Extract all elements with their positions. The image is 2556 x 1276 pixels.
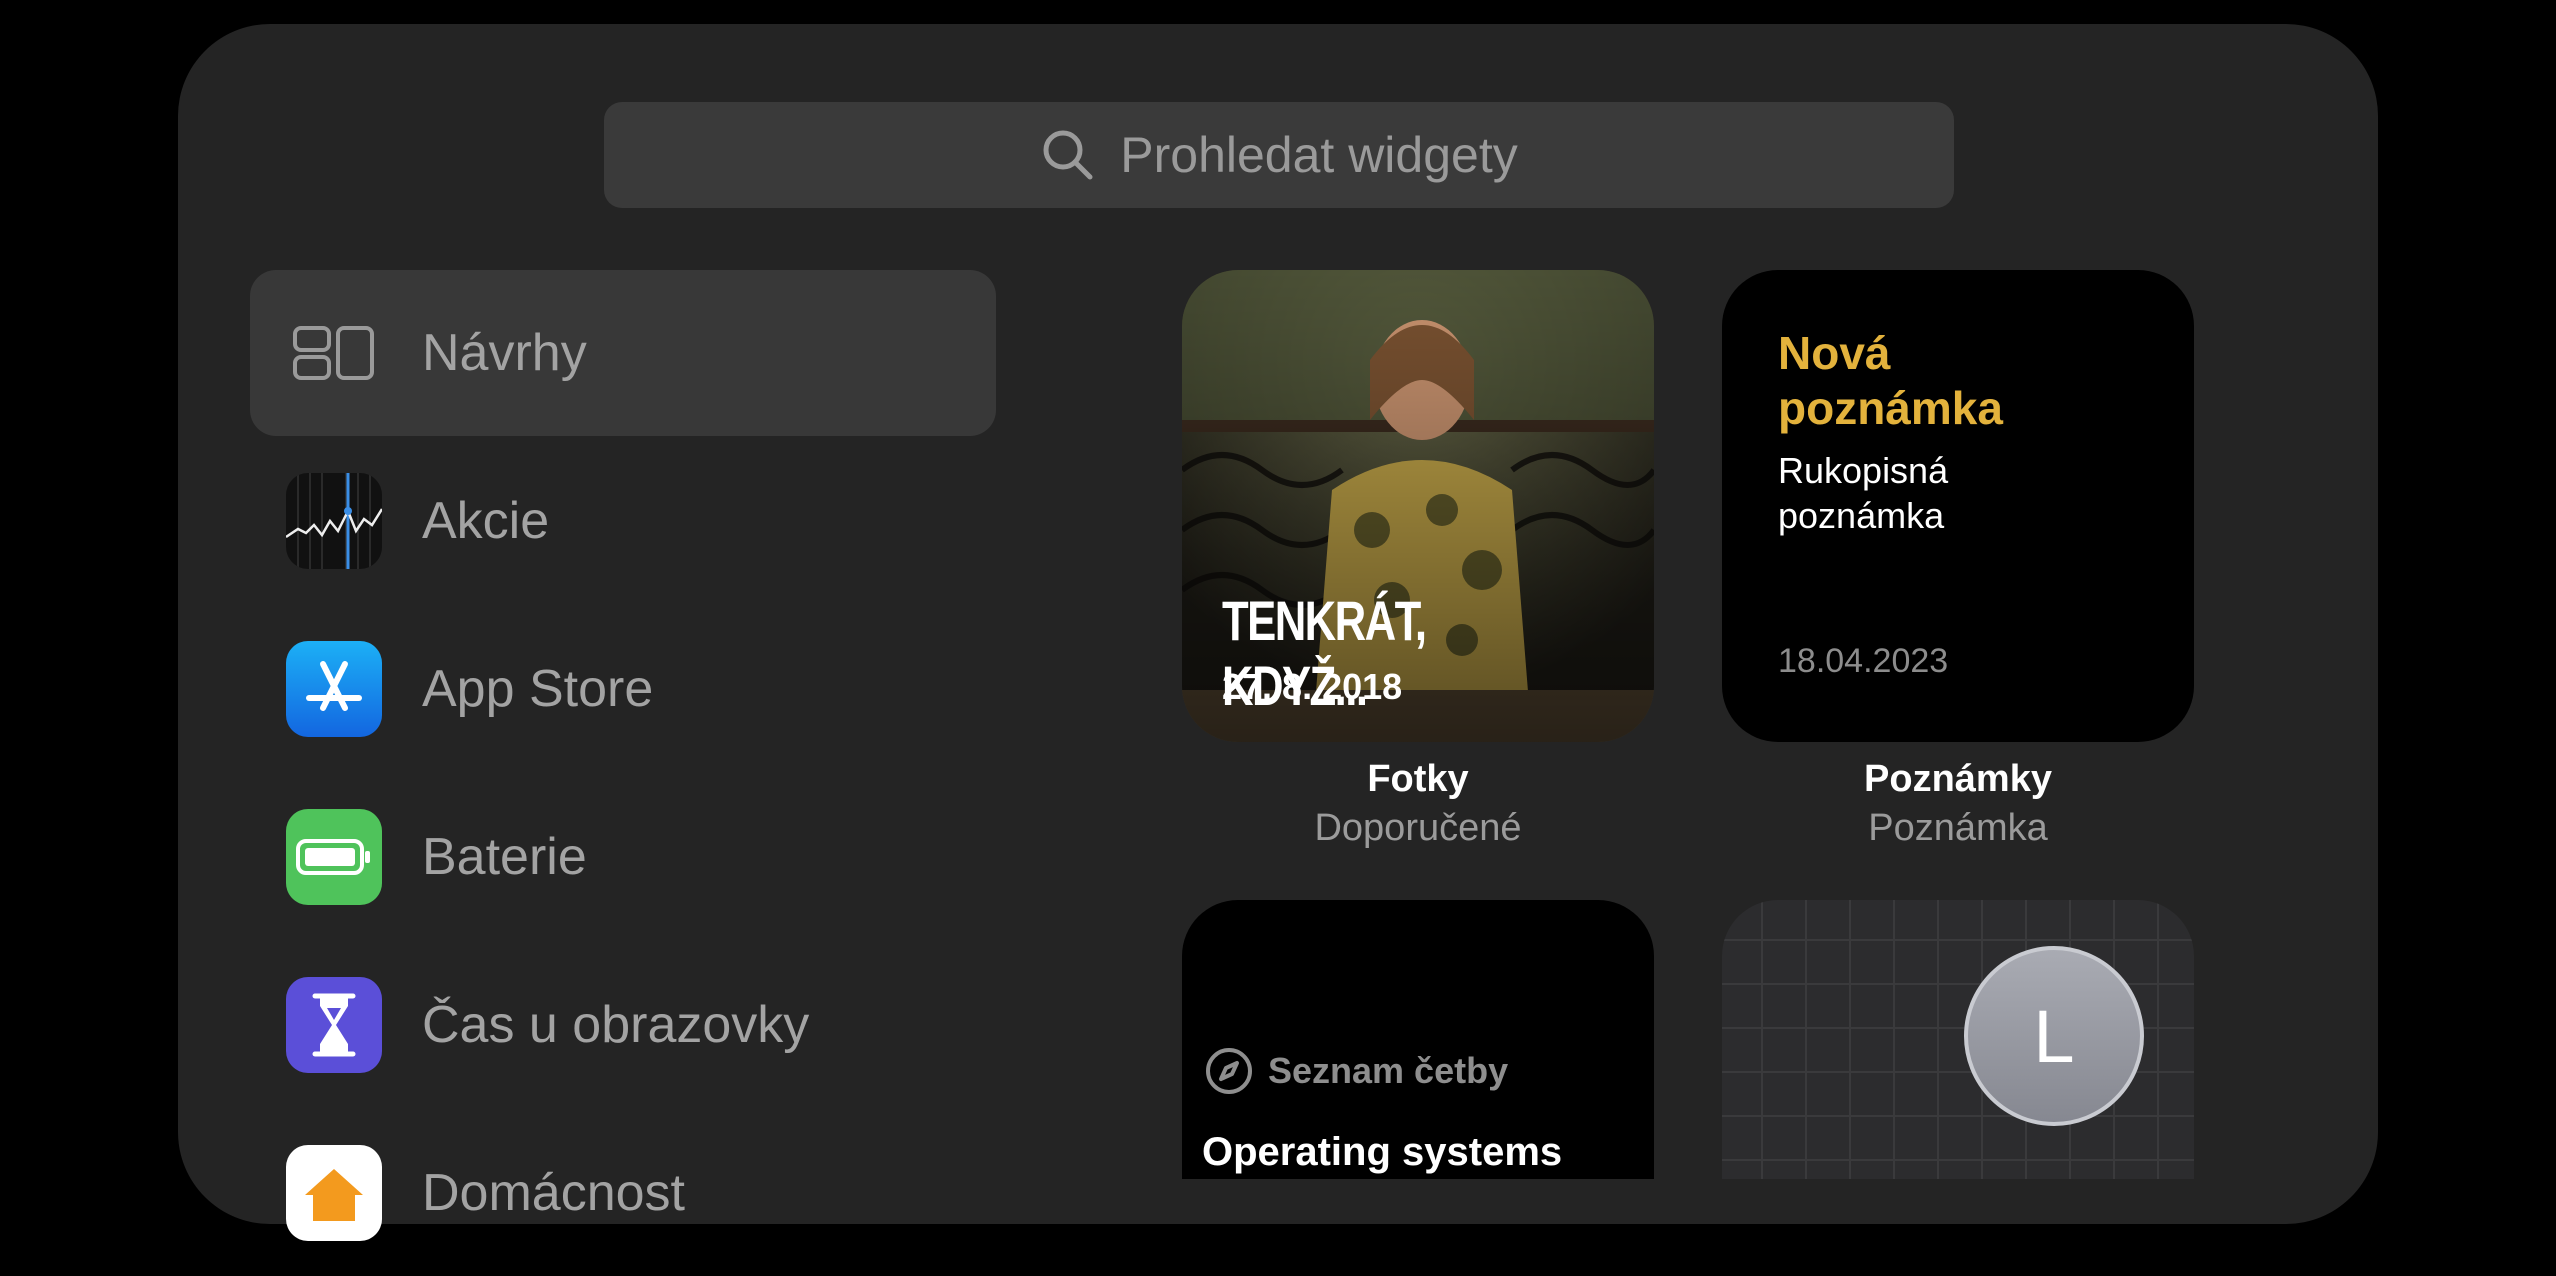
widget-kind: Doporučené (1314, 807, 1522, 849)
compass-icon (1206, 1048, 1252, 1094)
sidebar-item-label: Domácnost (422, 1164, 685, 1222)
notes-widget-caption: Poznámky Poznámka (1722, 758, 2194, 850)
widget-app-name: Fotky (1367, 758, 1469, 800)
sidebar-item-label: App Store (422, 660, 654, 718)
note-date: 18.04.2023 (1778, 642, 1949, 680)
widget-app-name: Poznámky (1864, 758, 2052, 800)
reading-list-item-title: Operating systems (1202, 1130, 1563, 1174)
search-placeholder: Prohledat widgety (1120, 127, 1518, 183)
sidebar-item-label: Čas u obrazovky (422, 996, 810, 1054)
sidebar-item-label: Návrhy (422, 324, 587, 382)
stocks-app-icon (286, 473, 382, 569)
search-icon (1043, 130, 1093, 180)
app-store-icon (286, 641, 382, 737)
sidebar-item-screen-time[interactable]: Čas u obrazovky (250, 942, 996, 1108)
home-app-icon (286, 1145, 382, 1241)
reading-list-header: Seznam četby (1204, 1046, 1508, 1096)
sidebar-item-app-store[interactable]: App Store (250, 606, 996, 772)
note-body: Rukopisná poznámka (1778, 450, 1949, 536)
search-widgets-field[interactable]: Prohledat widgety (604, 102, 1954, 208)
sidebar-item-suggestions[interactable]: Návrhy (250, 270, 996, 436)
notes-widget[interactable]: Nová poznámka Rukopisná poznámka 18.04.2… (1722, 270, 2194, 742)
widgets-layout-icon (286, 305, 382, 401)
screen-time-icon (286, 977, 382, 1073)
avatar: L (1964, 946, 2144, 1126)
reading-list-widget[interactable]: Seznam četby Operating systems (1182, 900, 1654, 1179)
sidebar-item-battery[interactable]: Baterie (250, 774, 996, 940)
reading-list-label: Seznam četby (1268, 1050, 1509, 1091)
sidebar-item-label: Baterie (422, 828, 587, 886)
sidebar-item-stocks[interactable]: Akcie (250, 438, 996, 604)
contacts-widget[interactable]: L (1722, 900, 2194, 1179)
photos-widget[interactable]: TENKRÁT, KDYŽ... 27. 8. 2018 (1182, 270, 1654, 742)
memory-date: 27. 8. 2018 (1222, 666, 1403, 707)
note-title: Nová poznámka (1778, 327, 2003, 435)
sidebar-item-home[interactable]: Domácnost (250, 1110, 996, 1276)
widget-kind: Poznámka (1868, 807, 2048, 849)
battery-app-icon (286, 809, 382, 905)
photos-widget-caption: Fotky Doporučené (1182, 758, 1654, 850)
sidebar-item-label: Akcie (422, 492, 550, 550)
